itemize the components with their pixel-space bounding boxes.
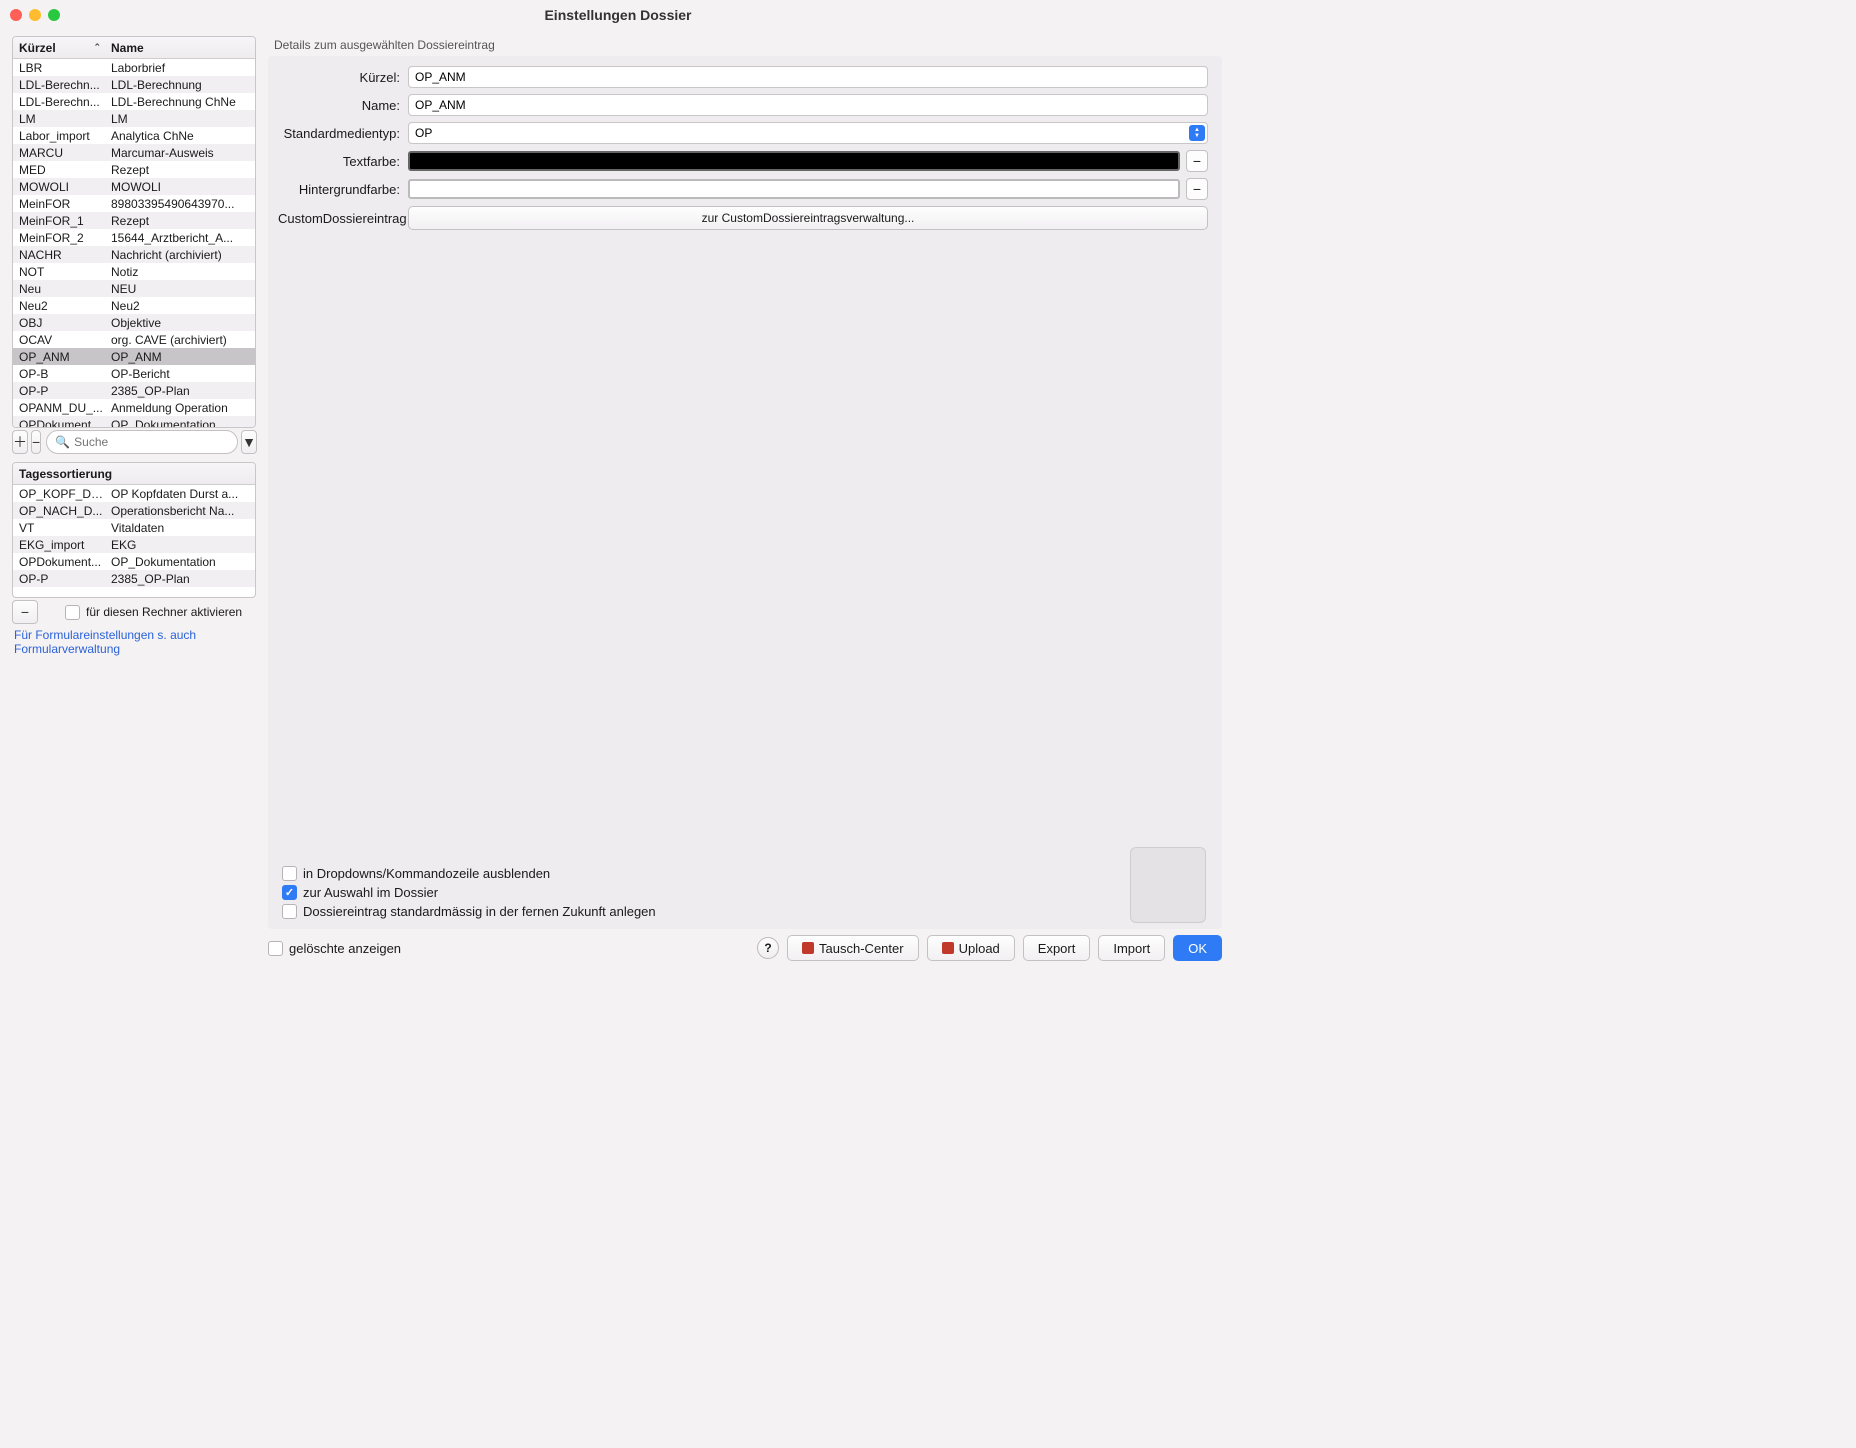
future-default-checkbox[interactable] [282, 904, 297, 919]
table-row[interactable]: MARCUMarcumar-Ausweis [13, 144, 255, 161]
table-row[interactable]: NACHRNachricht (archiviert) [13, 246, 255, 263]
sort-ascending-icon: ⌃ [93, 42, 101, 53]
table-row[interactable]: OP-BOP-Bericht [13, 365, 255, 382]
table-row[interactable]: OPDokument...OP_Dokumentation [13, 553, 255, 570]
add-entry-button[interactable]: ＋ [12, 430, 28, 454]
table-row[interactable]: LDL-Berechn...LDL-Berechnung [13, 76, 255, 93]
details-heading: Details zum ausgewählten Dossiereintrag [268, 38, 1222, 52]
table-row[interactable]: LBRLaborbrief [13, 59, 255, 76]
activate-for-computer-checkbox[interactable] [65, 605, 80, 620]
name-label: Name: [278, 98, 408, 113]
column-header-tagessortierung[interactable]: Tagessortierung [13, 467, 255, 481]
kuerzel-field[interactable] [408, 66, 1208, 88]
table-row[interactable]: MeinFOR_215644_Arztbericht_A... [13, 229, 255, 246]
table-row[interactable]: Neu2Neu2 [13, 297, 255, 314]
zoom-window-button[interactable] [48, 9, 60, 21]
table-row[interactable]: MOWOLIMOWOLI [13, 178, 255, 195]
custom-dossier-button[interactable]: zur CustomDossiereintragsverwaltung... [408, 206, 1208, 230]
table-row[interactable]: OP-P2385_OP-Plan [13, 570, 255, 587]
table-row[interactable]: OCAVorg. CAVE (archiviert) [13, 331, 255, 348]
table-row[interactable]: Labor_importAnalytica ChNe [13, 127, 255, 144]
table-row[interactable]: OP_NACH_D...Operationsbericht Na... [13, 502, 255, 519]
export-button[interactable]: Export [1023, 935, 1091, 961]
auswahl-dossier-label: zur Auswahl im Dossier [303, 885, 438, 900]
hintergrund-clear-button[interactable]: − [1186, 178, 1208, 200]
textfarbe-swatch[interactable] [408, 151, 1180, 171]
table-row[interactable]: NOTNotiz [13, 263, 255, 280]
details-panel: Kürzel: Name: Standardmedientyp: ▲▼ Text… [268, 56, 1222, 929]
table-row[interactable]: LMLM [13, 110, 255, 127]
table-row[interactable]: LDL-Berechn...LDL-Berechnung ChNe [13, 93, 255, 110]
hintergrundfarbe-swatch[interactable] [408, 179, 1180, 199]
hintergrund-label: Hintergrundfarbe: [278, 182, 408, 197]
preview-box [1130, 847, 1206, 923]
textfarbe-clear-button[interactable]: − [1186, 150, 1208, 172]
close-window-button[interactable] [10, 9, 22, 21]
table-row[interactable]: MeinFOR_1Rezept [13, 212, 255, 229]
show-deleted-label: gelöschte anzeigen [289, 941, 401, 956]
medientyp-label: Standardmedientyp: [278, 126, 408, 141]
medientyp-select[interactable] [408, 122, 1208, 144]
hide-in-dropdowns-label: in Dropdowns/Kommandozeile ausblenden [303, 866, 550, 881]
table-row[interactable]: OBJObjektive [13, 314, 255, 331]
table-row[interactable]: OPANM_DU_...Anmeldung Operation [13, 399, 255, 416]
table-row[interactable]: VTVitaldaten [13, 519, 255, 536]
search-icon: 🔍 [55, 435, 70, 449]
titlebar: Einstellungen Dossier [0, 0, 1236, 30]
table-row[interactable]: OP_ANMOP_ANM [13, 348, 255, 365]
upload-button[interactable]: Upload [927, 935, 1015, 961]
tausch-icon [802, 942, 814, 954]
tagessortierung-table: Tagessortierung OP_KOPF_DU...OP Kopfdate… [12, 462, 256, 598]
table-row[interactable]: EKG_importEKG [13, 536, 255, 553]
table-row[interactable]: MEDRezept [13, 161, 255, 178]
kuerzel-label: Kürzel: [278, 70, 408, 85]
name-field[interactable] [408, 94, 1208, 116]
formular-link[interactable]: Für Formulareinstellungen s. auch Formul… [12, 628, 256, 656]
table-row[interactable]: NeuNEU [13, 280, 255, 297]
search-input[interactable] [74, 435, 229, 449]
filter-dropdown-button[interactable]: ▼ [241, 430, 257, 454]
activate-for-computer-label: für diesen Rechner aktivieren [86, 605, 242, 619]
upload-icon [942, 942, 954, 954]
future-default-label: Dossiereintrag standardmässig in der fer… [303, 904, 656, 919]
table-row[interactable]: OP-P2385_OP-Plan [13, 382, 255, 399]
help-button[interactable]: ? [757, 937, 779, 959]
ok-button[interactable]: OK [1173, 935, 1222, 961]
show-deleted-checkbox[interactable] [268, 941, 283, 956]
dossier-entries-table: Kürzel ⌃ Name LBRLaborbriefLDL-Berechn..… [12, 36, 256, 428]
table-row[interactable]: MeinFOR89803395490643970... [13, 195, 255, 212]
column-header-name[interactable]: Name [105, 41, 255, 55]
auswahl-dossier-checkbox[interactable] [282, 885, 297, 900]
textfarbe-label: Textfarbe: [278, 154, 408, 169]
table-row[interactable]: OP_KOPF_DU...OP Kopfdaten Durst a... [13, 485, 255, 502]
remove-sort-button[interactable]: − [12, 600, 38, 624]
search-input-container: 🔍 [46, 430, 238, 454]
hide-in-dropdowns-checkbox[interactable] [282, 866, 297, 881]
remove-entry-button[interactable]: − [31, 430, 41, 454]
import-button[interactable]: Import [1098, 935, 1165, 961]
custom-label: CustomDossiereintrag [278, 211, 408, 226]
window-title: Einstellungen Dossier [10, 7, 1226, 23]
tausch-center-button[interactable]: Tausch-Center [787, 935, 919, 961]
table-row[interactable]: OPDokument...OP_Dokumentation [13, 416, 255, 427]
column-header-kuerzel[interactable]: Kürzel ⌃ [13, 41, 105, 55]
minimize-window-button[interactable] [29, 9, 41, 21]
